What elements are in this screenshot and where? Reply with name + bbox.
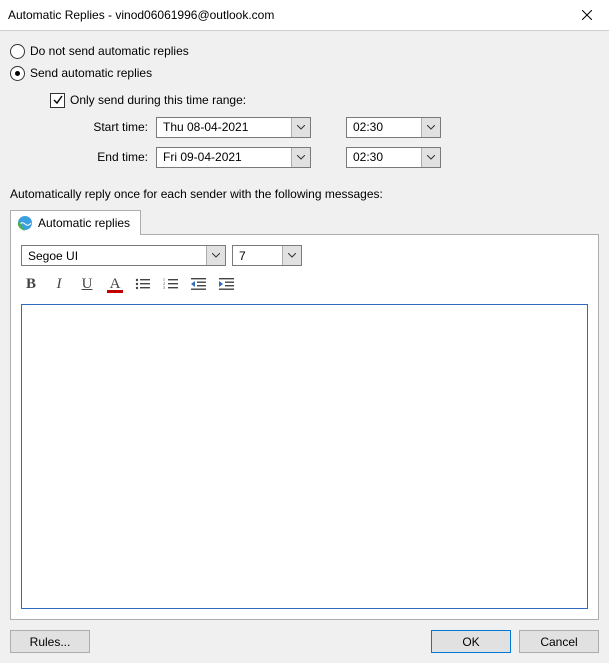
- editor-panel: Segoe UI 7 B I U A: [10, 234, 599, 620]
- automatic-replies-dialog: Automatic Replies - vinod06061996@outloo…: [0, 0, 609, 663]
- button-label: Cancel: [540, 635, 577, 649]
- font-name-value: Segoe UI: [22, 246, 206, 265]
- tab-label: Automatic replies: [38, 216, 130, 230]
- close-button[interactable]: [564, 0, 609, 30]
- radio-label: Do not send automatic replies: [30, 44, 189, 58]
- end-time-row: End time: Fri 09-04-2021 02:30: [78, 145, 599, 169]
- radio-send[interactable]: Send automatic replies: [10, 63, 599, 83]
- start-time-combo[interactable]: 02:30: [346, 117, 441, 138]
- end-date-combo[interactable]: Fri 09-04-2021: [156, 147, 311, 168]
- globe-icon: [17, 215, 33, 231]
- checkbox-icon: [50, 93, 65, 108]
- end-time-label: End time:: [78, 150, 156, 164]
- dialog-body: Do not send automatic replies Send autom…: [0, 31, 609, 620]
- end-time-value: 02:30: [347, 148, 421, 167]
- start-time-label: Start time:: [78, 120, 156, 134]
- font-size-combo[interactable]: 7: [232, 245, 302, 266]
- radio-label: Send automatic replies: [30, 66, 152, 80]
- ok-button[interactable]: OK: [431, 630, 511, 653]
- decrease-indent-button[interactable]: [189, 274, 209, 294]
- dialog-button-bar: Rules... OK Cancel: [0, 620, 609, 663]
- font-size-value: 7: [233, 246, 282, 265]
- format-toolbar: B I U A 1 2 3: [21, 274, 588, 294]
- tabstrip: Automatic replies: [10, 209, 599, 234]
- checkbox-label: Only send during this time range:: [70, 93, 246, 107]
- end-time-combo[interactable]: 02:30: [346, 147, 441, 168]
- italic-button[interactable]: I: [49, 274, 69, 294]
- titlebar: Automatic Replies - vinod06061996@outloo…: [0, 0, 609, 31]
- start-time-row: Start time: Thu 08-04-2021 02:30: [78, 115, 599, 139]
- numbered-list-button[interactable]: 1 2 3: [161, 274, 181, 294]
- end-date-value: Fri 09-04-2021: [157, 148, 291, 167]
- increase-indent-button[interactable]: [217, 274, 237, 294]
- bold-button[interactable]: B: [21, 274, 41, 294]
- chevron-down-icon: [206, 246, 225, 265]
- font-row: Segoe UI 7: [21, 245, 588, 266]
- cancel-button[interactable]: Cancel: [519, 630, 599, 653]
- chevron-down-icon: [421, 148, 440, 167]
- instruction-text: Automatically reply once for each sender…: [10, 187, 599, 201]
- rules-button[interactable]: Rules...: [10, 630, 90, 653]
- tab-automatic-replies[interactable]: Automatic replies: [10, 210, 141, 235]
- button-label: OK: [462, 635, 479, 649]
- font-color-button[interactable]: A: [105, 274, 125, 294]
- radio-do-not-send[interactable]: Do not send automatic replies: [10, 41, 599, 61]
- chevron-down-icon: [291, 148, 310, 167]
- radio-icon: [10, 66, 25, 81]
- button-label: Rules...: [30, 635, 71, 649]
- start-date-value: Thu 08-04-2021: [157, 118, 291, 137]
- chevron-down-icon: [291, 118, 310, 137]
- underline-button[interactable]: U: [77, 274, 97, 294]
- reply-message-editor[interactable]: [21, 304, 588, 609]
- bullet-list-button[interactable]: [133, 274, 153, 294]
- chevron-down-icon: [282, 246, 301, 265]
- start-time-value: 02:30: [347, 118, 421, 137]
- radio-icon: [10, 44, 25, 59]
- window-title: Automatic Replies - vinod06061996@outloo…: [8, 8, 564, 22]
- spacer: [98, 630, 423, 653]
- font-name-combo[interactable]: Segoe UI: [21, 245, 226, 266]
- close-icon: [582, 10, 592, 20]
- svg-text:3: 3: [163, 285, 165, 290]
- checkbox-only-send-range[interactable]: Only send during this time range:: [50, 90, 599, 110]
- start-date-combo[interactable]: Thu 08-04-2021: [156, 117, 311, 138]
- chevron-down-icon: [421, 118, 440, 137]
